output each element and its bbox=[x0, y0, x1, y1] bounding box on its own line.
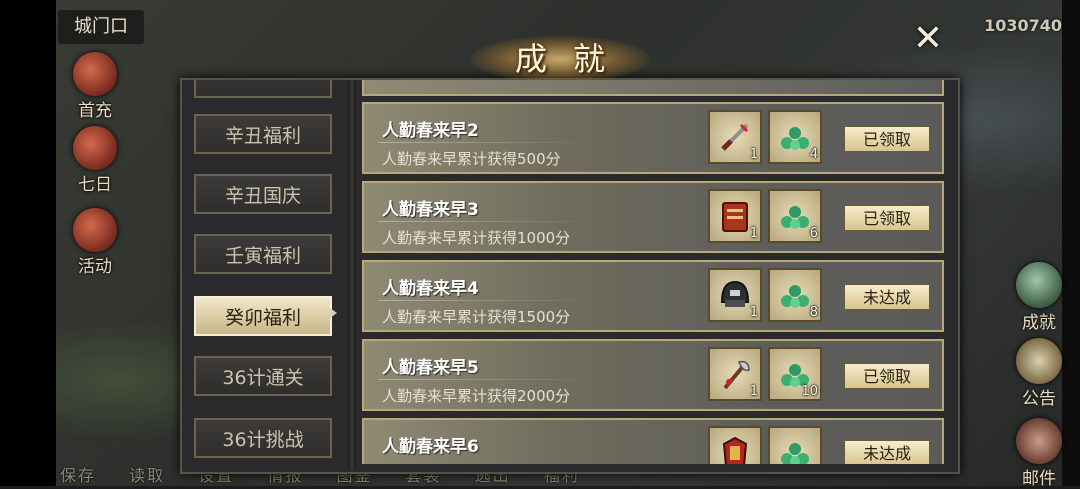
reward-count: 1 bbox=[749, 384, 758, 399]
achievement-name: 人勤春来早6 bbox=[382, 437, 479, 457]
close-icon[interactable]: ✕ bbox=[908, 20, 948, 58]
reward-slot[interactable]: 10 bbox=[768, 347, 822, 401]
reward-slot[interactable]: 1 bbox=[708, 347, 762, 401]
tab-guimao-welfare[interactable]: 癸卯福利 bbox=[194, 296, 332, 336]
gold-counter: 1030740 bbox=[984, 16, 1062, 35]
reward-slot[interactable] bbox=[708, 426, 762, 464]
tab-renyin-welfare[interactable]: 壬寅福利 bbox=[194, 234, 332, 274]
tab-xinchou-welfare[interactable]: 辛丑福利 bbox=[194, 114, 332, 154]
bottom-save[interactable]: 保存 bbox=[60, 466, 96, 485]
row-separator bbox=[378, 221, 598, 222]
panel-divider bbox=[348, 80, 356, 470]
achievement-row: 人勤春来早4 人勤春来早累计获得1500分 1 8 未达成 bbox=[362, 260, 944, 332]
event-button[interactable]: 活动 bbox=[60, 208, 130, 277]
notice-button[interactable]: 公告 bbox=[1004, 338, 1074, 409]
mail-button[interactable]: 邮件 bbox=[1004, 418, 1074, 489]
row-separator bbox=[378, 379, 598, 380]
bottom-load[interactable]: 读取 bbox=[129, 466, 165, 485]
achievement-icon bbox=[1016, 262, 1062, 308]
achievement-row-partial bbox=[362, 80, 944, 96]
seven-day-label: 七日 bbox=[78, 175, 112, 195]
row-separator bbox=[378, 142, 598, 143]
event-label: 活动 bbox=[78, 257, 112, 277]
claim-status-button[interactable]: 已领取 bbox=[844, 126, 930, 152]
achievement-row: 人勤春来早2 人勤春来早累计获得500分 1 4 已领取 bbox=[362, 102, 944, 174]
event-icon bbox=[73, 208, 117, 252]
screen-edge-right bbox=[1062, 0, 1080, 486]
reward-count: 4 bbox=[809, 147, 818, 162]
dialog-title-banner: 成就 bbox=[470, 26, 650, 82]
seven-day-button[interactable]: 七日 bbox=[60, 126, 130, 195]
armor-icon bbox=[722, 436, 748, 464]
reward-slot[interactable] bbox=[768, 426, 822, 464]
mail-icon bbox=[1016, 418, 1062, 464]
reward-count: 8 bbox=[809, 305, 818, 320]
jade-gem-icon bbox=[781, 443, 809, 464]
first-recharge-icon bbox=[73, 52, 117, 96]
claim-status-button[interactable]: 已领取 bbox=[844, 363, 930, 389]
location-label: 城门口 bbox=[58, 10, 144, 44]
reward-slot[interactable]: 1 bbox=[708, 268, 762, 322]
mail-label: 邮件 bbox=[1022, 469, 1056, 489]
screen-edge-left bbox=[0, 0, 56, 486]
achievement-row: 人勤春来早5 人勤春来早累计获得2000分 1 10 已领取 bbox=[362, 339, 944, 411]
reward-count: 1 bbox=[749, 305, 758, 320]
category-tabs: 辛丑福利 辛丑国庆 壬寅福利 癸卯福利 36计通关 36计挑战 bbox=[190, 80, 340, 470]
claim-status-button[interactable]: 未达成 bbox=[844, 440, 930, 464]
jade-gem-icon bbox=[781, 285, 809, 308]
reward-count: 1 bbox=[749, 147, 758, 162]
claim-status-button[interactable]: 未达成 bbox=[844, 284, 930, 310]
active-tab-arrow-icon bbox=[330, 308, 337, 318]
tab-36-strategies-challenge[interactable]: 36计挑战 bbox=[194, 418, 332, 458]
achievement-name: 人勤春来早3 bbox=[382, 200, 479, 220]
claim-status-button[interactable]: 已领取 bbox=[844, 205, 930, 231]
jade-gem-icon bbox=[781, 206, 809, 229]
row-separator bbox=[378, 300, 598, 301]
tab-hidden-top[interactable] bbox=[194, 80, 332, 98]
first-recharge-label: 首充 bbox=[78, 101, 112, 121]
achievement-label: 成就 bbox=[1022, 313, 1056, 333]
helmet-icon bbox=[720, 280, 750, 307]
tab-xinchou-national-day[interactable]: 辛丑国庆 bbox=[194, 174, 332, 214]
achievement-row: 人勤春来早6 未达成 bbox=[362, 418, 944, 464]
dialog-title: 成就 bbox=[514, 40, 631, 78]
reward-slot[interactable]: 8 bbox=[768, 268, 822, 322]
achievement-name: 人勤春来早4 bbox=[382, 279, 479, 299]
achievement-desc: 人勤春来早累计获得500分 bbox=[382, 150, 561, 168]
reward-count: 10 bbox=[801, 384, 818, 399]
tab-36-strategies-clear[interactable]: 36计通关 bbox=[194, 356, 332, 396]
reward-slot[interactable]: 4 bbox=[768, 110, 822, 164]
first-recharge-button[interactable]: 首充 bbox=[60, 52, 130, 121]
achievement-row: 人勤春来早3 人勤春来早累计获得1000分 1 6 已领取 bbox=[362, 181, 944, 253]
reward-slot[interactable]: 6 bbox=[768, 189, 822, 243]
achievement-button[interactable]: 成就 bbox=[1004, 262, 1074, 333]
notice-label: 公告 bbox=[1022, 389, 1056, 409]
achievement-desc: 人勤春来早累计获得1000分 bbox=[382, 229, 571, 247]
achievement-desc: 人勤春来早累计获得2000分 bbox=[382, 387, 571, 405]
achievement-list[interactable]: 人勤春来早2 人勤春来早累计获得500分 1 4 已领取 人勤春来早3 人勤春来… bbox=[358, 80, 950, 464]
notice-icon bbox=[1016, 338, 1062, 384]
reward-slot[interactable]: 1 bbox=[708, 189, 762, 243]
achievement-desc: 人勤春来早累计获得1500分 bbox=[382, 308, 571, 326]
seven-day-icon bbox=[73, 126, 117, 170]
achievement-name: 人勤春来早5 bbox=[382, 358, 479, 378]
book-icon bbox=[722, 202, 748, 232]
jade-gem-icon bbox=[781, 127, 809, 150]
reward-slot[interactable]: 1 bbox=[708, 110, 762, 164]
achievement-name: 人勤春来早2 bbox=[382, 121, 479, 141]
reward-count: 1 bbox=[749, 226, 758, 241]
reward-count: 6 bbox=[809, 226, 818, 241]
